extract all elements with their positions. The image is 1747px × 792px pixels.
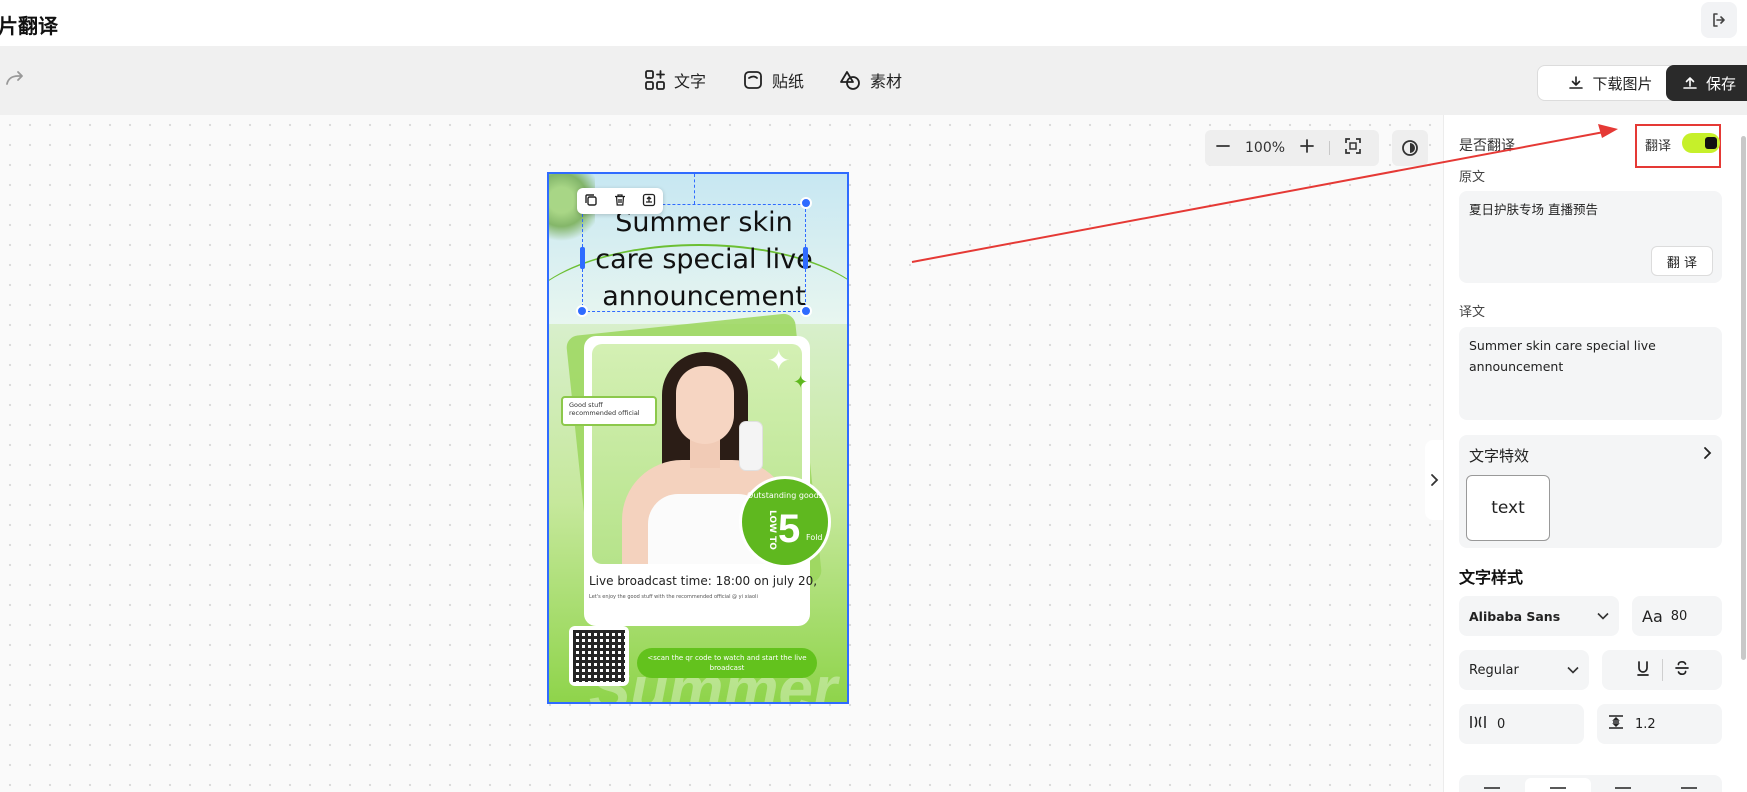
panel-collapse-button[interactable] <box>1425 440 1443 520</box>
badge-number: 5 <box>778 507 801 551</box>
align-right-icon <box>1615 787 1632 789</box>
text-align-group <box>1459 775 1722 792</box>
zoom-control: 100% <box>1205 130 1379 166</box>
alignment-guide <box>694 174 695 204</box>
sticker-icon <box>744 71 762 89</box>
top-bar: 片翻译 <box>0 0 1747 46</box>
line-height-icon <box>1607 714 1625 734</box>
element-mini-toolbar <box>577 188 663 214</box>
translate-button[interactable]: 翻 译 <box>1651 246 1713 276</box>
align-justify-icon <box>1681 787 1698 789</box>
redo-icon[interactable] <box>4 70 26 94</box>
text-style-title: 文字样式 <box>1459 568 1524 587</box>
line-height-field[interactable]: 1.2 <box>1597 704 1722 744</box>
upload-icon <box>1683 77 1697 89</box>
zoom-divider <box>1329 141 1331 155</box>
sparkle-small-icon: ✦ <box>793 372 809 393</box>
badge-top-text: Outstanding goods <box>747 491 823 500</box>
zoom-in-icon[interactable] <box>1299 138 1315 158</box>
chevron-down-icon <box>1597 612 1609 620</box>
chevron-right-icon[interactable] <box>1702 445 1712 464</box>
badge-fold-text: Fold <box>806 533 823 542</box>
resize-handle-bottom-right[interactable] <box>800 305 812 317</box>
font-size-value: 80 <box>1670 608 1688 624</box>
strikethrough-icon[interactable] <box>1673 659 1691 681</box>
text-effects-title: 文字特效 <box>1469 447 1530 465</box>
live-subtext: Let's enjoy the good stuff with the reco… <box>589 594 758 600</box>
align-right-button[interactable] <box>1591 775 1657 792</box>
text-effects-section: 文字特效 text <box>1459 435 1722 548</box>
translate-question-label: 是否翻译 <box>1459 138 1515 154</box>
effect-preview-tile[interactable]: text <box>1466 475 1550 541</box>
text-decoration-group <box>1602 650 1722 690</box>
align-center-button[interactable] <box>1524 778 1591 792</box>
resize-handle-right[interactable] <box>803 247 808 269</box>
decoration-divider <box>1661 659 1663 681</box>
target-label: 译文 <box>1459 305 1486 320</box>
letter-spacing-field[interactable]: 0 <box>1459 704 1584 744</box>
font-size-field[interactable]: Aa 80 <box>1632 596 1722 636</box>
scan-cta: <scan the qr code to watch and start the… <box>637 648 817 678</box>
resize-handle-top-right[interactable] <box>800 197 812 209</box>
line-height-value: 1.2 <box>1635 716 1656 732</box>
underline-icon[interactable] <box>1634 659 1652 681</box>
toggle-knob <box>1705 137 1717 149</box>
shapes-icon <box>840 71 860 90</box>
download-label: 下载图片 <box>1592 74 1653 93</box>
good-stuff-tag: Good stuff recommended official <box>561 396 657 426</box>
save-button[interactable]: 保存 <box>1666 65 1747 101</box>
poster-image[interactable]: ✦ ✦ Good stuff recommended official Outs… <box>547 172 849 704</box>
align-center-icon <box>1549 787 1566 789</box>
translate-toggle-label: 翻译 <box>1645 139 1672 154</box>
font-weight-value: Regular <box>1469 662 1519 678</box>
chevron-down-icon <box>1567 666 1579 674</box>
fit-screen-icon[interactable] <box>1344 137 1362 159</box>
model-face <box>676 366 734 444</box>
font-weight-select[interactable]: Regular <box>1459 650 1589 690</box>
zoom-out-icon[interactable] <box>1215 138 1231 158</box>
trash-icon[interactable] <box>613 192 627 211</box>
tool-text-button[interactable]: 文字 <box>644 68 706 92</box>
tool-sticker-label: 贴纸 <box>772 72 805 91</box>
app-title: 片翻译 <box>0 14 58 38</box>
font-size-icon: Aa <box>1642 606 1663 626</box>
resize-handle-left[interactable] <box>580 247 585 269</box>
align-left-button[interactable] <box>1459 775 1525 792</box>
translate-toggle[interactable] <box>1682 133 1720 153</box>
product-bottle <box>740 422 762 470</box>
copy-icon[interactable] <box>584 192 598 211</box>
panel-scrollbar[interactable] <box>1741 136 1746 660</box>
download-icon <box>1569 76 1584 89</box>
qr-code <box>569 626 629 686</box>
compare-button[interactable] <box>1392 130 1428 166</box>
zoom-level: 100% <box>1245 140 1286 156</box>
letter-spacing-value: 0 <box>1497 716 1506 732</box>
logout-icon <box>1713 13 1725 27</box>
contrast-icon <box>1402 140 1418 156</box>
exit-button[interactable] <box>1701 2 1737 38</box>
layer-icon[interactable] <box>642 192 656 211</box>
download-image-button[interactable]: 下载图片 <box>1537 65 1684 101</box>
text-tool-icon <box>645 70 665 90</box>
target-text-field[interactable]: Summer skin care special live announceme… <box>1459 327 1722 420</box>
align-justify-button[interactable] <box>1656 775 1722 792</box>
font-family-select[interactable]: Alibaba Sans <box>1459 596 1619 636</box>
tool-material-button[interactable]: 素材 <box>838 68 902 92</box>
editor-toolbar: 文字 贴纸 素材 下载图片 保存 <box>0 46 1747 115</box>
resize-handle-bottom-left[interactable] <box>576 305 588 317</box>
align-left-icon <box>1483 787 1500 789</box>
save-label: 保存 <box>1706 74 1737 93</box>
chevron-right-icon <box>1431 474 1439 486</box>
text-selection-box[interactable] <box>582 204 806 312</box>
tool-sticker-button[interactable]: 贴纸 <box>742 68 804 92</box>
discount-badge: Outstanding goods LOW TO 5 Fold <box>739 476 831 568</box>
font-family-value: Alibaba Sans <box>1469 608 1561 624</box>
badge-low-text: LOW TO <box>766 510 777 550</box>
tool-material-label: 素材 <box>870 72 903 91</box>
tool-text-label: 文字 <box>674 72 707 91</box>
live-time-text: Live broadcast time: 18:00 on july 20, <box>589 574 818 588</box>
letter-spacing-icon <box>1469 714 1487 734</box>
sparkle-icon: ✦ <box>767 344 791 377</box>
source-label: 原文 <box>1459 170 1486 185</box>
